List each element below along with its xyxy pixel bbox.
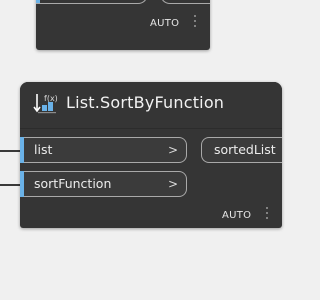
output-port-sortedlist[interactable]: sortedList	[201, 137, 282, 163]
input-port-list[interactable]: list >	[24, 137, 187, 163]
lacing-label[interactable]: AUTO	[150, 18, 179, 29]
lacing-label[interactable]: AUTO	[222, 210, 251, 221]
input-port-sortfunction[interactable]: sortFunction >	[24, 171, 187, 197]
output-port-fragment[interactable]	[160, 0, 210, 4]
upstream-node[interactable]: AUTO	[36, 0, 210, 50]
node-menu-dots-icon[interactable]	[193, 15, 197, 30]
sort-by-function-icon: f(x)	[33, 94, 58, 114]
wire-sortfunction[interactable]	[0, 184, 22, 186]
node-title: List.SortByFunction	[66, 93, 225, 112]
list-sortbyfunction-node[interactable]: f(x) List.SortByFunction list > sortFunc…	[20, 82, 282, 228]
input-port-label: list	[34, 142, 53, 157]
wire-list[interactable]	[0, 150, 22, 152]
node-header[interactable]: f(x) List.SortByFunction	[20, 82, 282, 129]
chevron-right-icon: >	[167, 143, 178, 157]
chevron-right-icon: >	[167, 177, 178, 191]
node-menu-dots-icon[interactable]	[265, 207, 269, 222]
svg-text:f(x): f(x)	[44, 94, 58, 103]
input-port-label: sortFunction	[34, 176, 112, 191]
output-port-label: sortedList	[214, 142, 276, 157]
input-port-fragment[interactable]	[36, 0, 148, 4]
